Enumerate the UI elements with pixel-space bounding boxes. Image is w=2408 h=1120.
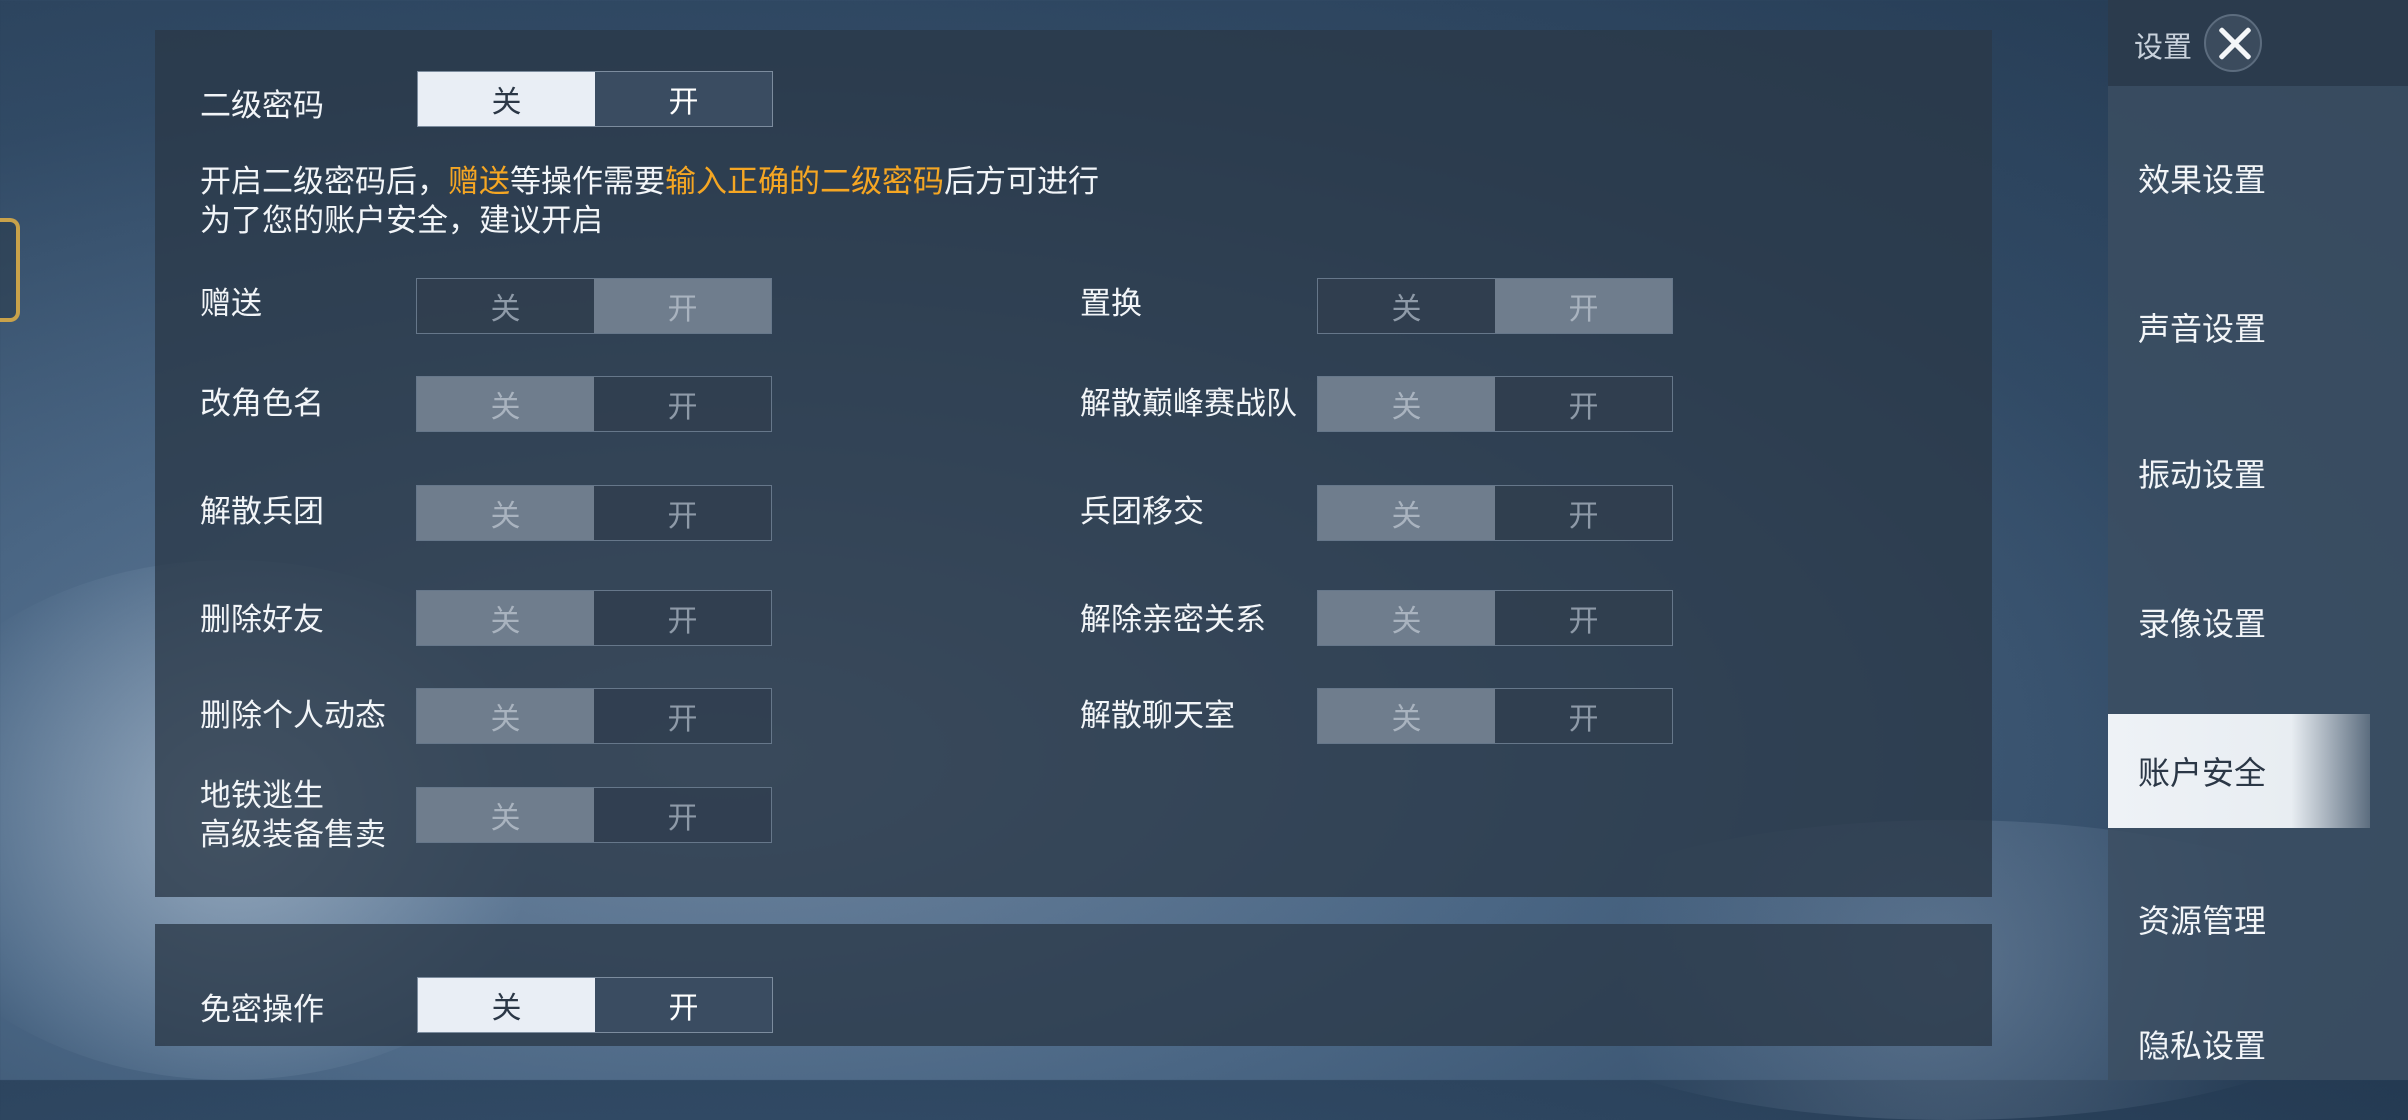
sidebar-item-sound[interactable]: 声音设置 bbox=[2108, 270, 2370, 384]
toggle-transfer-legion[interactable]: 关 开 bbox=[1317, 485, 1673, 541]
second-password-toggle[interactable]: 关 开 bbox=[417, 71, 773, 127]
option-label-exchange: 置换 bbox=[1080, 286, 1142, 322]
toggle-metro-escape-sell[interactable]: 关 开 bbox=[416, 787, 772, 843]
option-label-delete-moments: 删除个人动态 bbox=[200, 698, 386, 734]
toggle-on-option[interactable]: 开 bbox=[594, 486, 771, 540]
toggle-on-option[interactable]: 开 bbox=[594, 377, 771, 431]
option-label-rename: 改角色名 bbox=[200, 386, 324, 422]
toggle-on-option[interactable]: 开 bbox=[1495, 591, 1672, 645]
toggle-rename[interactable]: 关 开 bbox=[416, 376, 772, 432]
toggle-gift[interactable]: 关 开 bbox=[416, 278, 772, 334]
toggle-on-option[interactable]: 开 bbox=[594, 689, 771, 743]
toggle-on-option[interactable]: 开 bbox=[1495, 486, 1672, 540]
second-password-description: 开启二级密码后，赠送等操作需要输入正确的二级密码后方可进行 为了您的账户安全，建… bbox=[200, 164, 1099, 239]
sidebar-item-vibration[interactable]: 振动设置 bbox=[2108, 416, 2370, 530]
option-label-metro-escape-sell: 地铁逃生 高级装备售卖 bbox=[200, 778, 386, 853]
sidebar-title: 设置 bbox=[2134, 30, 2193, 64]
toggle-disband-legion[interactable]: 关 开 bbox=[416, 485, 772, 541]
sidebar-item-privacy[interactable]: 隐私设置 bbox=[2108, 1008, 2370, 1080]
option-label-gift: 赠送 bbox=[200, 286, 262, 322]
settings-sidebar: 设置 效果设置 声音设置 振动设置 录像设置 账户安全 资源管理 隐私设置 bbox=[2108, 0, 2408, 1080]
toggle-on-option[interactable]: 开 bbox=[595, 978, 772, 1032]
toggle-off-option[interactable]: 关 bbox=[417, 279, 594, 333]
toggle-disband-chatroom[interactable]: 关 开 bbox=[1317, 688, 1673, 744]
option-label-remove-intimacy: 解除亲密关系 bbox=[1080, 602, 1266, 638]
sidebar-item-account-security[interactable]: 账户安全 bbox=[2108, 714, 2370, 828]
option-label-disband-legion: 解散兵团 bbox=[200, 494, 324, 530]
no-password-label: 免密操作 bbox=[200, 992, 324, 1028]
toggle-on-option[interactable]: 开 bbox=[1495, 279, 1672, 333]
toggle-off-option[interactable]: 关 bbox=[418, 978, 595, 1032]
sidebar-item-recording[interactable]: 录像设置 bbox=[2108, 565, 2370, 679]
toggle-on-option[interactable]: 开 bbox=[594, 788, 771, 842]
toggle-remove-intimacy[interactable]: 关 开 bbox=[1317, 590, 1673, 646]
option-label-disband-chatroom: 解散聊天室 bbox=[1080, 698, 1235, 734]
toggle-disband-peak-team[interactable]: 关 开 bbox=[1317, 376, 1673, 432]
sidebar-header: 设置 bbox=[2108, 0, 2408, 86]
toggle-on-option[interactable]: 开 bbox=[1495, 377, 1672, 431]
toggle-off-option[interactable]: 关 bbox=[417, 689, 594, 743]
toggle-off-option[interactable]: 关 bbox=[417, 486, 594, 540]
option-label-transfer-legion: 兵团移交 bbox=[1080, 494, 1204, 530]
security-settings-panel bbox=[155, 30, 1992, 897]
second-password-label: 二级密码 bbox=[200, 88, 324, 124]
toggle-off-option[interactable]: 关 bbox=[1318, 689, 1495, 743]
toggle-on-option[interactable]: 开 bbox=[1495, 689, 1672, 743]
toggle-delete-friend[interactable]: 关 开 bbox=[416, 590, 772, 646]
toggle-delete-moments[interactable]: 关 开 bbox=[416, 688, 772, 744]
toggle-on-option[interactable]: 开 bbox=[594, 591, 771, 645]
sidebar-item-effects[interactable]: 效果设置 bbox=[2108, 121, 2370, 235]
no-password-toggle[interactable]: 关 开 bbox=[417, 977, 773, 1033]
toggle-off-option[interactable]: 关 bbox=[1318, 279, 1495, 333]
option-label-delete-friend: 删除好友 bbox=[200, 602, 324, 638]
toggle-off-option[interactable]: 关 bbox=[417, 788, 594, 842]
toggle-off-option[interactable]: 关 bbox=[418, 72, 595, 126]
toggle-off-option[interactable]: 关 bbox=[1318, 486, 1495, 540]
toggle-off-option[interactable]: 关 bbox=[1318, 377, 1495, 431]
close-icon[interactable] bbox=[2204, 14, 2262, 72]
toggle-off-option[interactable]: 关 bbox=[417, 377, 594, 431]
toggle-exchange[interactable]: 关 开 bbox=[1317, 278, 1673, 334]
toggle-on-option[interactable]: 开 bbox=[595, 72, 772, 126]
toggle-off-option[interactable]: 关 bbox=[417, 591, 594, 645]
hexagon-badge-icon bbox=[0, 218, 20, 322]
toggle-off-option[interactable]: 关 bbox=[1318, 591, 1495, 645]
sidebar-item-resources[interactable]: 资源管理 bbox=[2108, 862, 2370, 976]
toggle-on-option[interactable]: 开 bbox=[594, 279, 771, 333]
option-label-disband-peak-team: 解散巅峰赛战队 bbox=[1080, 386, 1297, 422]
